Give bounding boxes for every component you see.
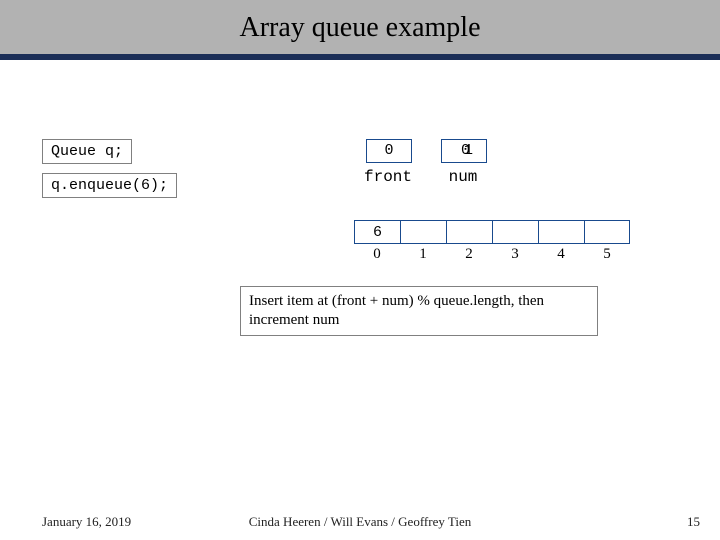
array-indices: 0 1 2 3 4 5 [354, 246, 630, 263]
index-1: 1 [400, 246, 446, 263]
slide-title: Array queue example [0, 0, 720, 44]
index-2: 2 [446, 246, 492, 263]
array-cell-5 [584, 220, 630, 244]
num-label: num [441, 168, 485, 186]
array-cell-0: 6 [354, 220, 400, 244]
index-3: 3 [492, 246, 538, 263]
index-0: 0 [354, 246, 400, 263]
code-line-1: Queue q; [42, 139, 132, 164]
index-4: 4 [538, 246, 584, 263]
num-value-new: 1 [464, 142, 467, 159]
explanation-box: Insert item at (front + num) % queue.len… [240, 286, 598, 336]
array-cells: 6 [354, 220, 630, 244]
header-rule [0, 54, 720, 60]
footer-page: 15 [687, 514, 700, 530]
footer-authors: Cinda Heeren / Will Evans / Geoffrey Tie… [0, 514, 720, 530]
front-value-box: 0 [366, 139, 412, 163]
code-line-2: q.enqueue(6); [42, 173, 177, 198]
array-cell-1 [400, 220, 446, 244]
array-cell-3 [492, 220, 538, 244]
array-cell-2 [446, 220, 492, 244]
num-value-box: 01 [441, 139, 487, 163]
front-label: front [358, 168, 418, 186]
array-cell-4 [538, 220, 584, 244]
slide-header: Array queue example [0, 0, 720, 54]
index-5: 5 [584, 246, 630, 263]
